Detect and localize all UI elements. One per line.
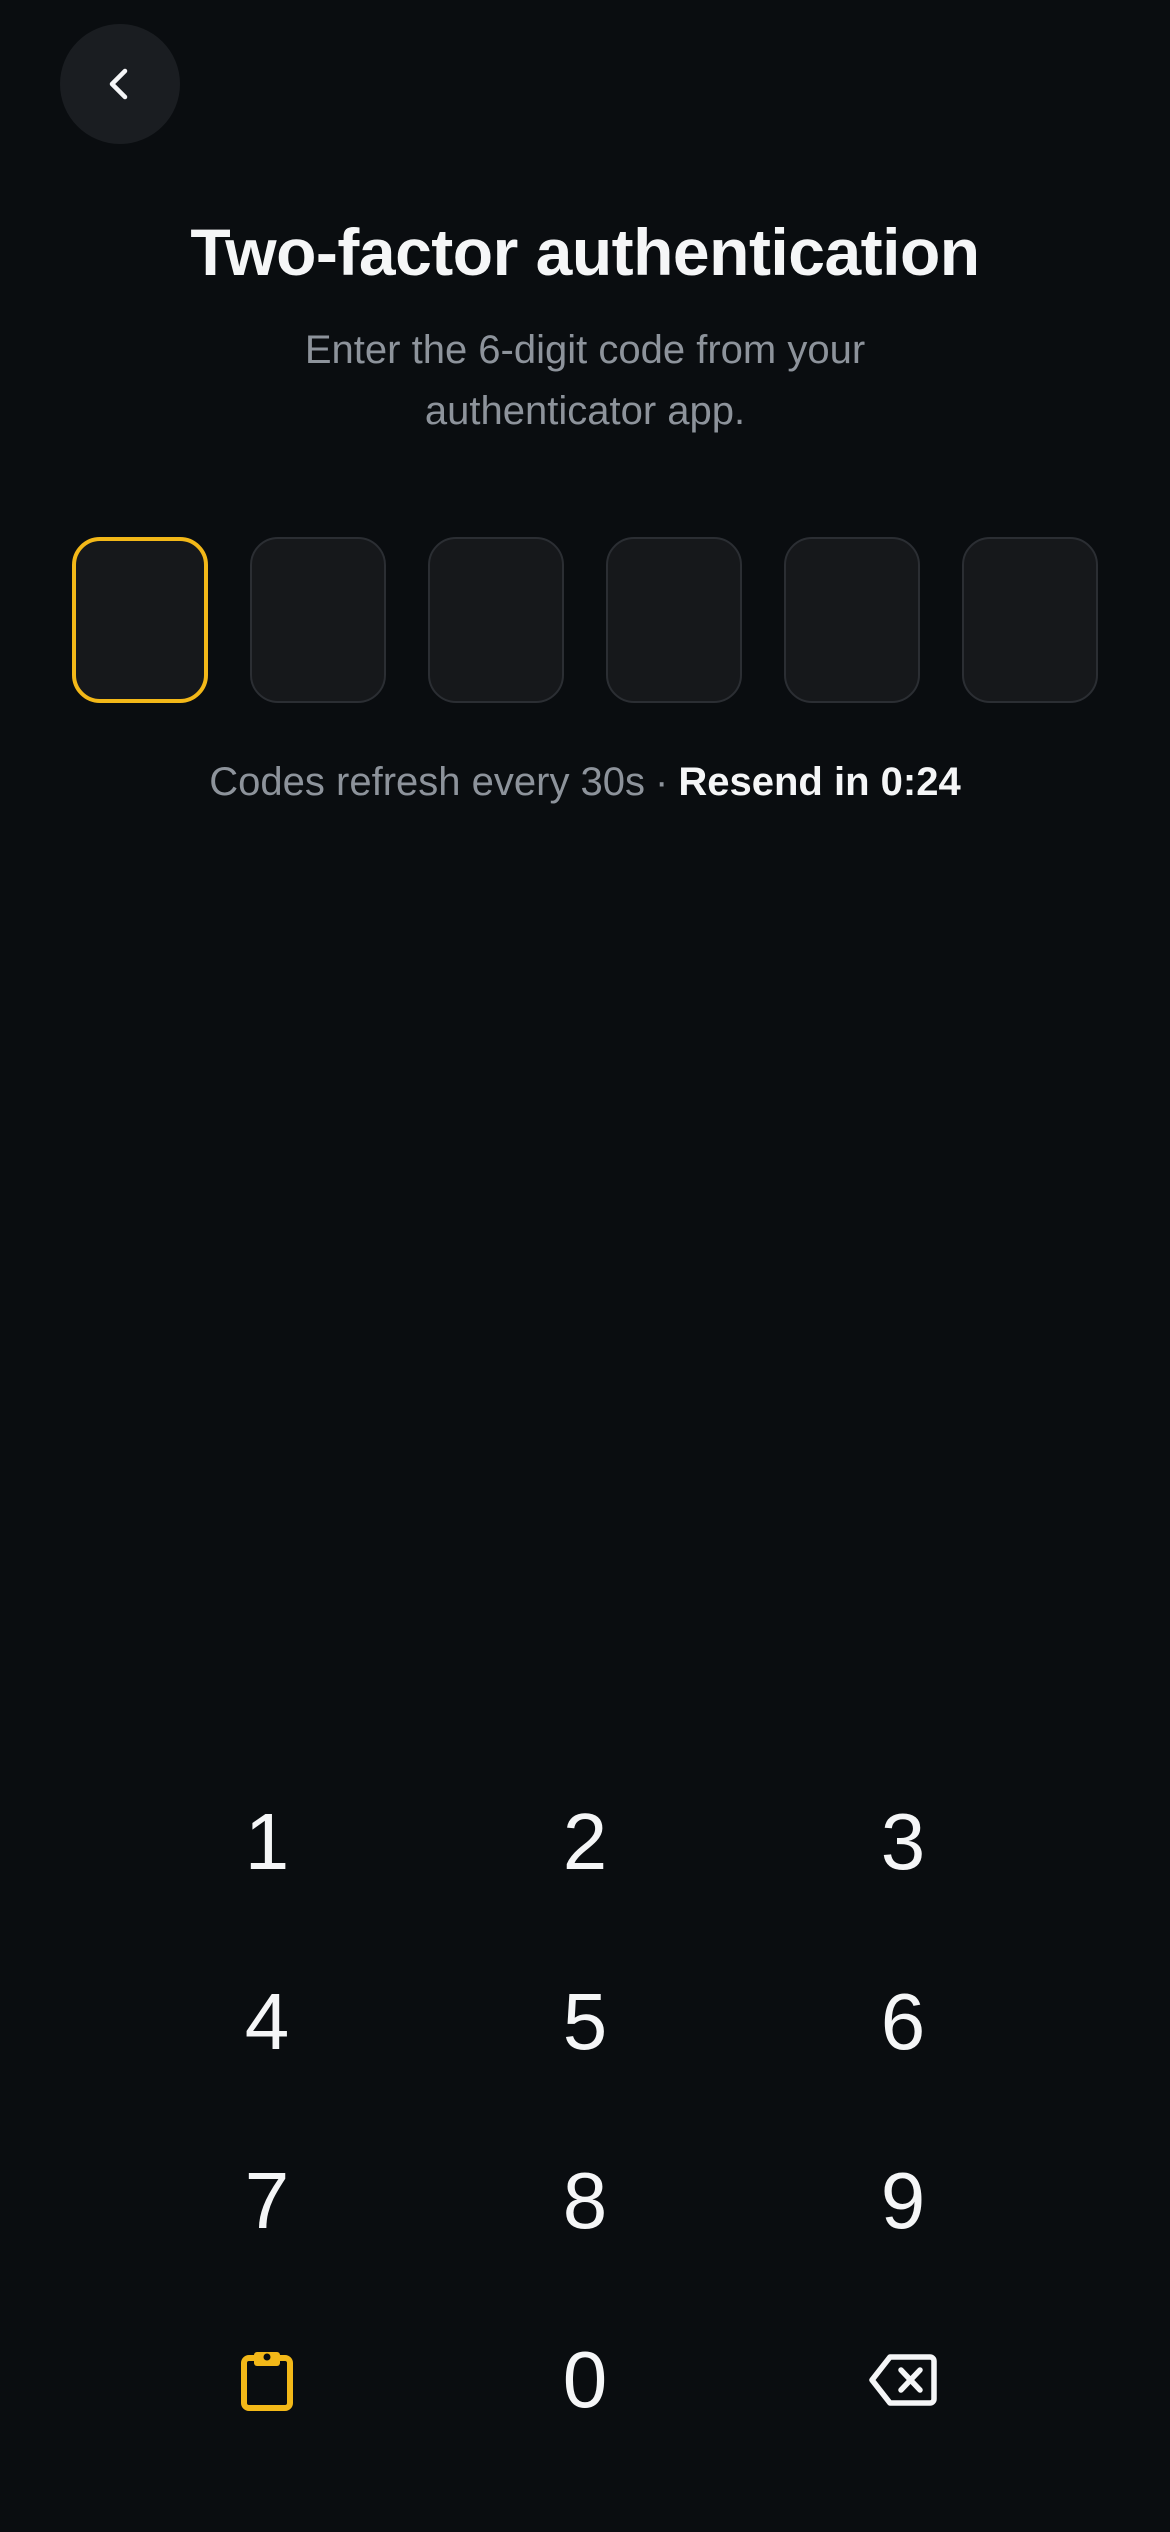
key-6[interactable]: 6 [744, 1942, 1062, 2102]
code-digit-3[interactable] [428, 537, 564, 703]
key-5[interactable]: 5 [426, 1942, 744, 2102]
refresh-note: Codes refresh every 30s [209, 760, 646, 804]
key-9[interactable]: 9 [744, 2121, 1062, 2281]
key-2[interactable]: 2 [426, 1762, 744, 1922]
code-digit-4[interactable] [606, 537, 742, 703]
separator-dot: · [655, 760, 669, 804]
delete-button[interactable] [744, 2300, 1062, 2460]
clipboard-icon [241, 2352, 293, 2411]
back-button[interactable] [60, 24, 180, 144]
backspace-icon [869, 2354, 937, 2406]
key-7[interactable]: 7 [108, 2121, 426, 2281]
chevron-left-icon [109, 68, 128, 100]
key-4[interactable]: 4 [108, 1942, 426, 2102]
resend-timer[interactable]: Resend in 0:24 [678, 760, 960, 804]
key-1[interactable]: 1 [108, 1762, 426, 1922]
paste-button[interactable] [108, 2300, 426, 2460]
page-title: Two-factor authentication [190, 215, 980, 289]
key-3[interactable]: 3 [744, 1762, 1062, 1922]
code-input-group[interactable] [72, 537, 1098, 705]
code-digit-1[interactable] [72, 537, 208, 703]
code-info: Codes refresh every 30s · Resend in 0:24 [0, 754, 1170, 810]
code-digit-2[interactable] [250, 537, 386, 703]
key-0[interactable]: 0 [426, 2300, 744, 2460]
page-subtitle: Enter the 6-digit code from your authent… [304, 328, 866, 433]
key-8[interactable]: 8 [426, 2121, 744, 2281]
code-digit-5[interactable] [784, 537, 920, 703]
code-digit-6[interactable] [962, 537, 1098, 703]
